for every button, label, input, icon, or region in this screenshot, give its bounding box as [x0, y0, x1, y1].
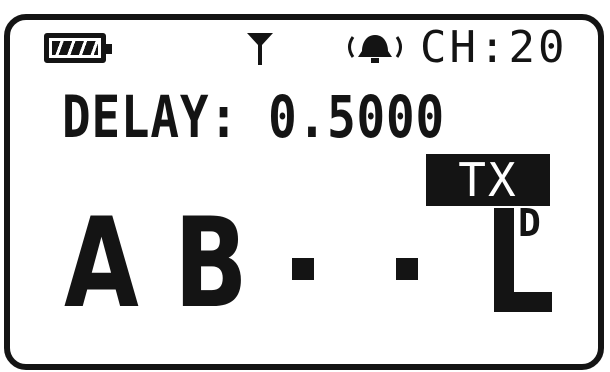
slot-l-superscript: D — [518, 201, 541, 245]
slot-a: A — [64, 192, 139, 336]
slot-b: B — [174, 192, 248, 336]
battery-icon — [44, 33, 112, 63]
channel-indicator: CH:20 — [420, 22, 568, 73]
slot-dash-1 — [292, 258, 314, 280]
antenna-icon — [247, 33, 273, 65]
battery-level — [52, 41, 98, 55]
alarm-bell-icon — [348, 35, 402, 63]
l-glyph-foot — [494, 292, 552, 312]
tx-badge: TX — [426, 154, 550, 206]
slot-dash-2 — [396, 258, 418, 280]
delay-readout: DELAY: 0.5000 — [62, 83, 445, 151]
